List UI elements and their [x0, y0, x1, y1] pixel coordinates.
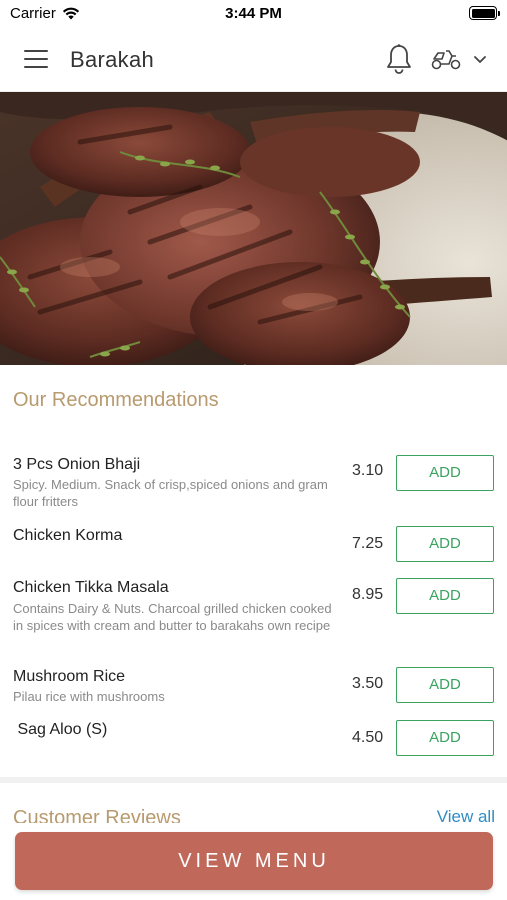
hero-image: [0, 92, 507, 365]
menu-item-name: Chicken Korma: [13, 527, 123, 544]
menu-item-name: Sag Aloo (S): [13, 721, 108, 738]
battery-icon: [469, 6, 500, 20]
add-button[interactable]: ADD: [396, 455, 494, 491]
bell-icon[interactable]: [384, 43, 414, 75]
menu-item-price: 7.25: [352, 535, 384, 552]
menu-item-description: Contains Dairy & Nuts. Charcoal grilled …: [13, 601, 332, 633]
menu-item-price: 3.50: [352, 675, 384, 692]
page-title: Barakah: [70, 47, 155, 72]
menu-item: Mushroom Rice Pilau rice with mushrooms …: [0, 667, 507, 711]
menu-item-name: Chicken Tikka Masala: [13, 579, 169, 596]
menu-item-name: Mushroom Rice: [13, 668, 126, 685]
hero-food-illustration: [0, 92, 507, 365]
customer-reviews-title: Customer Reviews: [13, 807, 181, 823]
menu-item: Chicken Korma 7.25 ADD: [0, 526, 507, 566]
view-menu-button[interactable]: VIEW MENU: [15, 832, 493, 890]
view-all-reviews-link[interactable]: View all: [437, 807, 495, 823]
footer-bar: VIEW MENU: [0, 823, 507, 900]
add-button[interactable]: ADD: [396, 667, 494, 703]
add-button[interactable]: ADD: [396, 526, 494, 562]
recommendations-section: Our Recommendations 3 Pcs Onion Bhaji Sp…: [0, 365, 507, 777]
add-button[interactable]: ADD: [396, 578, 494, 614]
customer-reviews-section: Customer Reviews View all: [0, 783, 507, 823]
chevron-down-icon[interactable]: [472, 52, 488, 66]
menu-item: Sag Aloo (S) 4.50 ADD: [0, 720, 507, 760]
menu-item-description: Spicy. Medium. Snack of crisp,spiced oni…: [13, 477, 328, 509]
menu-item-price: 8.95: [352, 586, 384, 603]
status-bar: Carrier 3:44 PM: [0, 0, 507, 28]
menu-item: 3 Pcs Onion Bhaji Spicy. Medium. Snack o…: [0, 455, 507, 515]
app-header: Barakah: [0, 28, 507, 92]
menu-item-price: 4.50: [352, 729, 384, 746]
scooter-delivery-icon[interactable]: [430, 47, 462, 71]
status-time: 3:44 PM: [225, 5, 282, 22]
menu-item-name: 3 Pcs Onion Bhaji: [13, 456, 141, 473]
hamburger-menu-icon[interactable]: [24, 50, 48, 68]
menu-item-description: Pilau rice with mushrooms: [13, 689, 165, 704]
menu-item-price: 3.10: [352, 462, 384, 479]
add-button[interactable]: ADD: [396, 720, 494, 756]
recommendations-title: Our Recommendations: [13, 389, 219, 411]
menu-item: Chicken Tikka Masala Contains Dairy & Nu…: [0, 578, 507, 656]
